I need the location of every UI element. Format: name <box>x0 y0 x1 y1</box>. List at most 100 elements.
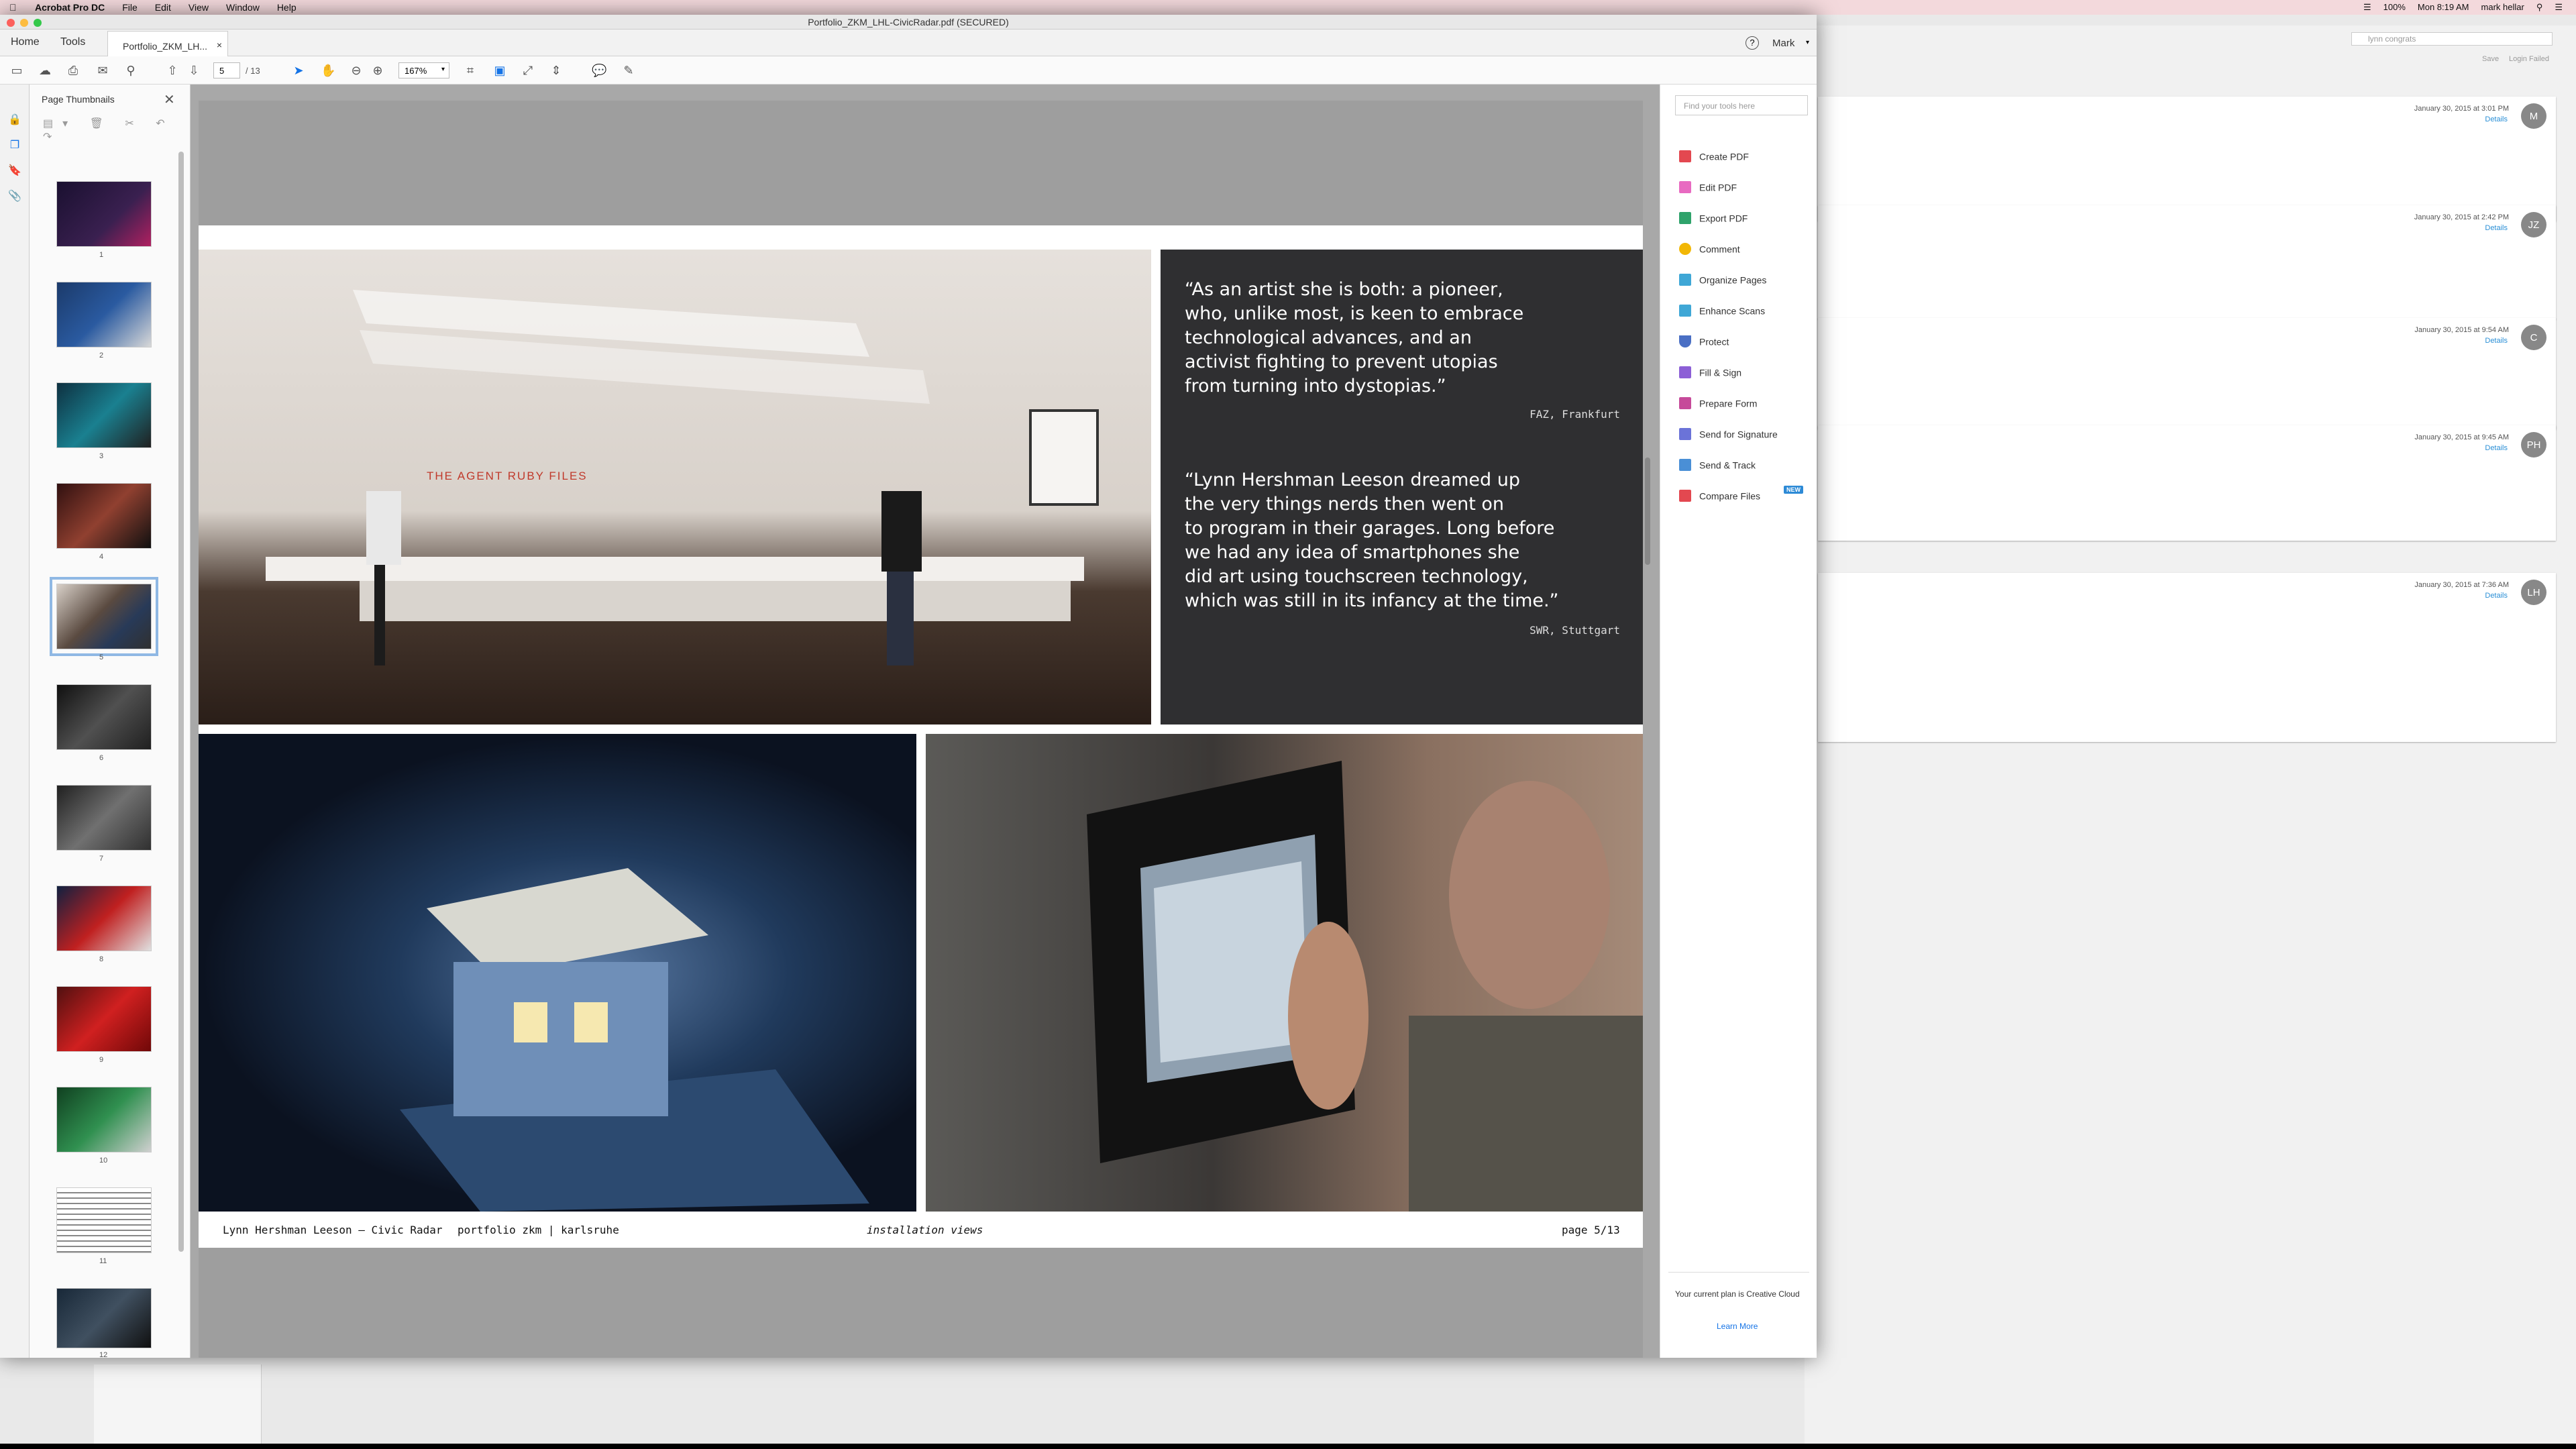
thumbnail-number: 11 <box>99 1257 107 1265</box>
comment-icon[interactable]: 💬 <box>592 63 606 78</box>
tool-label: Send & Track <box>1699 460 1756 471</box>
zoom-window-button[interactable] <box>34 19 42 27</box>
footer-section: installation views <box>867 1224 983 1236</box>
pen-icon[interactable]: ✎ <box>621 63 636 78</box>
page-thumbnails-icon[interactable]: ❐ <box>8 138 21 152</box>
thumbnail-number: 5 <box>99 653 104 661</box>
page-thumbnail[interactable] <box>56 885 152 951</box>
tool-send-for-signature[interactable]: Send for Signature <box>1679 428 1813 444</box>
attachment-icon[interactable]: 📎 <box>8 189 21 203</box>
crop-icon[interactable]: ⌗ <box>463 63 478 78</box>
close-panel-icon[interactable]: ✕ <box>164 91 175 108</box>
apple-icon[interactable]:  <box>9 2 17 13</box>
close-window-button[interactable] <box>7 19 15 27</box>
user-menu[interactable]: Mark <box>1772 38 1794 49</box>
tab-document[interactable]: Portfolio_ZKM_LH... × <box>107 31 228 56</box>
learn-more-link[interactable]: Learn More <box>1717 1322 1758 1331</box>
bg-card-details-link[interactable]: Details <box>2485 115 2508 123</box>
previous-page-icon[interactable]: ⇧ <box>165 63 180 78</box>
bg-card-details-link[interactable]: Details <box>2485 224 2508 232</box>
spotlight-icon[interactable]: ⚲ <box>2536 2 2543 13</box>
select-tool-icon[interactable]: ➤ <box>291 63 306 78</box>
page-thumbnail-selected[interactable] <box>50 577 158 656</box>
page-thumbnail[interactable] <box>56 382 152 448</box>
menu-file[interactable]: File <box>122 2 138 13</box>
tool-create-pdf[interactable]: Create PDF <box>1679 150 1813 166</box>
lock-icon[interactable]: 🔒 <box>8 113 21 126</box>
tool-comment[interactable]: Comment <box>1679 243 1813 259</box>
send-track-icon <box>1679 459 1691 472</box>
tab-tools[interactable]: Tools <box>60 36 85 48</box>
chevron-down-icon[interactable]: ▾ <box>1806 39 1809 46</box>
upload-cloud-icon[interactable]: ☁ <box>38 63 52 78</box>
bg-card[interactable]: January 30, 2015 at 2:42 PM Details JZ <box>1818 205 2556 319</box>
menu-window[interactable]: Window <box>226 2 260 13</box>
search-icon[interactable]: ⚲ <box>123 63 138 78</box>
bookmark-icon[interactable]: 🔖 <box>8 164 21 177</box>
email-icon[interactable]: ✉ <box>95 63 110 78</box>
battery-percent[interactable]: 100% <box>2383 2 2406 13</box>
minimize-window-button[interactable] <box>20 19 28 27</box>
tab-home[interactable]: Home <box>11 36 40 48</box>
hand-tool-icon[interactable]: ✋ <box>321 63 335 78</box>
zoom-in-icon[interactable]: ⊕ <box>370 63 385 78</box>
page-thumbnail[interactable] <box>56 483 152 549</box>
page-thumbnail[interactable] <box>56 785 152 851</box>
bg-card-details-link[interactable]: Details <box>2485 592 2508 600</box>
print-icon[interactable]: ⎙ <box>66 63 80 78</box>
close-tab-icon[interactable]: × <box>217 40 222 50</box>
save-icon[interactable]: ▭ <box>9 63 24 78</box>
notification-center-icon[interactable]: ☰ <box>2555 2 2563 13</box>
bg-card-details-link[interactable]: Details <box>2485 337 2508 345</box>
document-scrollbar[interactable] <box>1645 458 1650 565</box>
page-thumbnail[interactable] <box>56 684 152 750</box>
page-thumbnail[interactable] <box>56 282 152 347</box>
mac-menubar:  Acrobat Pro DC File Edit View Window H… <box>0 0 2576 15</box>
menubar-clock[interactable]: Mon 8:19 AM <box>2418 2 2469 13</box>
tool-enhance-scans[interactable]: Enhance Scans <box>1679 305 1813 321</box>
menu-view[interactable]: View <box>189 2 209 13</box>
bg-save-button[interactable]: Save <box>2482 55 2499 63</box>
compare-files-icon <box>1679 490 1691 502</box>
tool-edit-pdf[interactable]: Edit PDF <box>1679 181 1813 197</box>
tab-bar: Home Tools Portfolio_ZKM_LH... × ? Mark … <box>0 30 1817 56</box>
tool-send-track[interactable]: Send & Track <box>1679 459 1813 475</box>
bg-card[interactable]: January 30, 2015 at 9:45 AM Details PH <box>1818 425 2556 541</box>
wifi-icon[interactable]: ☰ <box>2363 2 2371 13</box>
bg-card[interactable]: January 30, 2015 at 9:54 AM Details C <box>1818 318 2556 429</box>
thumbnails-scrollbar[interactable] <box>178 152 184 1252</box>
menu-app-name[interactable]: Acrobat Pro DC <box>35 2 105 13</box>
bg-card[interactable]: January 30, 2015 at 7:36 AM Details LH <box>1818 573 2556 742</box>
thumbnail-number: 9 <box>99 1056 104 1064</box>
page-number-input[interactable]: 5 <box>213 62 240 78</box>
thumbnail-options-icon[interactable]: ▤▾ 🗑 ✂ ↶ ↷ <box>43 117 190 144</box>
press-source-2: SWR, Stuttgart <box>1529 624 1620 637</box>
bg-card-details-link[interactable]: Details <box>2485 444 2508 452</box>
fit-page-icon[interactable]: ▣ <box>492 63 507 78</box>
tool-fill-sign[interactable]: Fill & Sign <box>1679 366 1813 382</box>
bg-search-input[interactable]: lynn congrats <box>2351 32 2553 46</box>
fullscreen-icon[interactable]: ⤢ <box>521 63 535 78</box>
zoom-value: 167% <box>405 66 427 76</box>
page-thumbnail[interactable] <box>56 1087 152 1152</box>
page-thumbnail[interactable] <box>56 181 152 247</box>
help-icon[interactable]: ? <box>1746 36 1759 50</box>
menu-help[interactable]: Help <box>277 2 297 13</box>
menubar-user[interactable]: mark hellar <box>2481 2 2524 13</box>
tool-label: Create PDF <box>1699 151 1749 162</box>
page-thumbnail[interactable] <box>56 1288 152 1348</box>
tool-organize-pages[interactable]: Organize Pages <box>1679 274 1813 290</box>
tool-protect[interactable]: Protect <box>1679 335 1813 352</box>
zoom-out-icon[interactable]: ⊖ <box>349 63 364 78</box>
menu-edit[interactable]: Edit <box>155 2 171 13</box>
tool-export-pdf[interactable]: Export PDF <box>1679 212 1813 228</box>
tool-prepare-form[interactable]: Prepare Form <box>1679 397 1813 413</box>
photo-wall-caption: THE AGENT RUBY FILES <box>427 470 588 482</box>
zoom-select[interactable]: 167% ▾ <box>398 62 449 78</box>
page-thumbnail[interactable] <box>56 1187 152 1253</box>
tools-search-input[interactable]: Find your tools here <box>1675 95 1808 115</box>
page-thumbnail[interactable] <box>56 986 152 1052</box>
scroll-mode-icon[interactable]: ⇕ <box>549 63 564 78</box>
next-page-icon[interactable]: ⇩ <box>186 63 201 78</box>
bg-card[interactable]: January 30, 2015 at 3:01 PM Details M <box>1818 97 2556 221</box>
